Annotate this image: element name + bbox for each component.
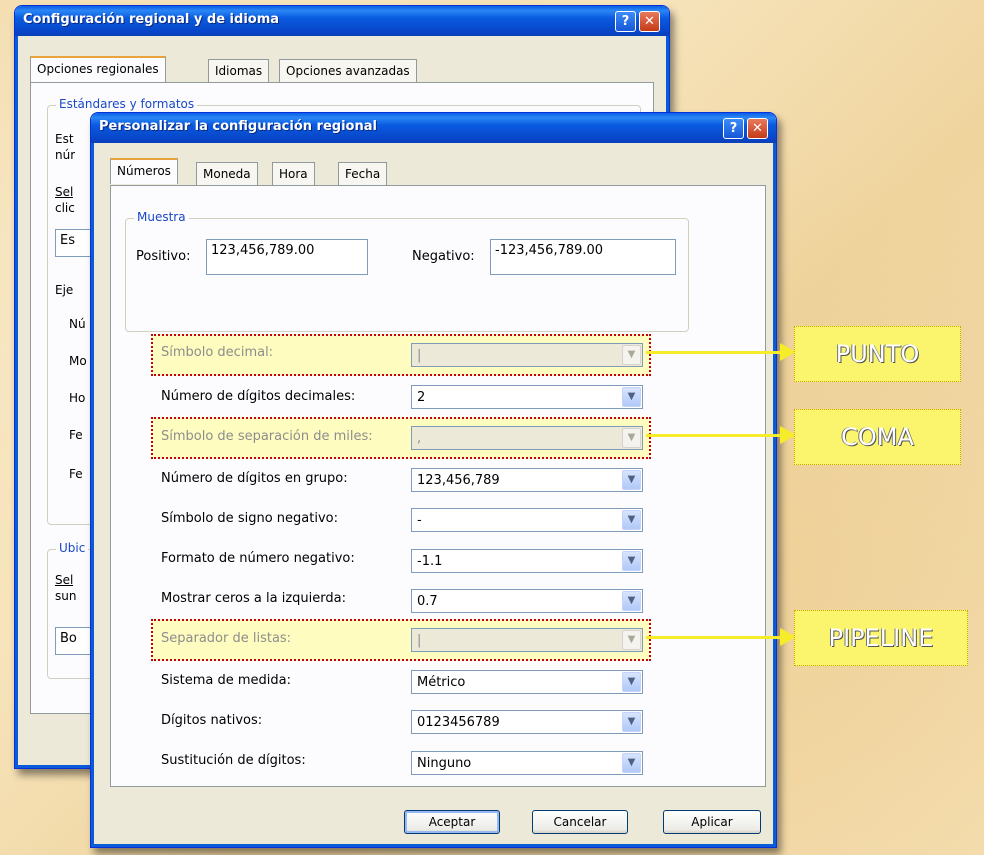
chevron-down-icon: ▼ — [622, 591, 641, 611]
tab-moneda[interactable]: Moneda — [196, 162, 258, 185]
callout-pipeline: PIPELINE — [794, 610, 968, 666]
negative-format-label: Formato de número negativo: — [161, 551, 355, 566]
measurement-system-value: Métrico — [417, 675, 466, 690]
digit-substitution-value: Ninguno — [417, 756, 472, 771]
tab-hora[interactable]: Hora — [272, 162, 315, 185]
text-fragment: Est — [55, 132, 74, 146]
chevron-down-icon: ▼ — [622, 672, 641, 692]
text-fragment: Ho — [69, 391, 86, 405]
native-digits-label: Dígitos nativos: — [161, 713, 263, 728]
tab-fecha[interactable]: Fecha — [338, 162, 388, 185]
positive-label: Positivo: — [136, 249, 191, 264]
title-bar: Configuración regional y de idioma ? ✕ — [15, 6, 669, 36]
leading-zeros-value: 0.7 — [417, 594, 438, 609]
window-title: Configuración regional y de idioma — [23, 12, 280, 27]
chevron-down-icon: ▼ — [622, 428, 641, 448]
decimal-symbol-label: Símbolo decimal: — [161, 345, 274, 360]
digit-substitution-label: Sustitución de dígitos: — [161, 753, 306, 768]
thousands-separator-label: Símbolo de separación de miles: — [161, 429, 373, 444]
chevron-down-icon: ▼ — [622, 387, 641, 407]
chevron-down-icon: ▼ — [622, 712, 641, 732]
text-fragment: Mo — [69, 354, 87, 368]
locale-select-value: Es — [60, 233, 75, 248]
chevron-down-icon: ▼ — [622, 345, 641, 365]
group-digits-label: Número de dígitos en grupo: — [161, 471, 348, 486]
positive-sample-field: 123,456,789.00 — [206, 239, 368, 275]
tab-opciones-regionales[interactable]: Opciones regionales — [30, 56, 166, 82]
close-button[interactable]: ✕ — [747, 118, 768, 139]
negative-sample-value: -123,456,789.00 — [495, 243, 604, 258]
text-fragment: Fe — [69, 467, 83, 481]
help-button[interactable]: ? — [723, 118, 744, 139]
negative-label: Negativo: — [412, 249, 475, 264]
digit-substitution-select[interactable]: Ninguno ▼ — [411, 751, 643, 775]
sample-legend: Muestra — [134, 210, 189, 224]
decimal-digits-label: Número de dígitos decimales: — [161, 389, 356, 404]
chevron-down-icon: ▼ — [622, 551, 641, 571]
connector-line — [646, 434, 786, 437]
text-fragment: Sel — [55, 573, 74, 587]
chevron-down-icon: ▼ — [622, 510, 641, 530]
decimal-digits-select[interactable]: 2 ▼ — [411, 385, 643, 409]
list-separator-select[interactable]: | ▼ — [411, 628, 643, 652]
window-title: Personalizar la configuración regional — [99, 119, 377, 134]
negative-sample-field: -123,456,789.00 — [490, 239, 676, 275]
location-legend: Ubic — [56, 541, 89, 555]
decimal-symbol-select[interactable]: | ▼ — [411, 343, 643, 367]
tab-opciones-avanzadas[interactable]: Opciones avanzadas — [279, 59, 417, 82]
close-button[interactable]: ✕ — [639, 11, 660, 32]
negative-sign-value: - — [417, 513, 422, 528]
list-separator-label: Separador de listas: — [161, 631, 292, 646]
text-fragment: Fe — [69, 428, 83, 442]
negative-format-value: -1.1 — [417, 554, 443, 569]
leading-zeros-label: Mostrar ceros a la izquierda: — [161, 591, 346, 606]
callout-punto: PUNTO — [794, 326, 961, 382]
group-digits-select[interactable]: 123,456,789 ▼ — [411, 468, 643, 492]
cancel-button[interactable]: Cancelar — [532, 810, 628, 834]
measurement-system-select[interactable]: Métrico ▼ — [411, 670, 643, 694]
chevron-down-icon: ▼ — [622, 630, 641, 650]
ok-button[interactable]: Aceptar — [404, 810, 500, 834]
native-digits-value: 0123456789 — [417, 715, 500, 730]
decimal-digits-value: 2 — [417, 390, 426, 405]
text-fragment: Nú — [69, 317, 86, 331]
thousands-separator-value: , — [417, 431, 422, 446]
standards-legend: Estándares y formatos — [56, 97, 198, 111]
chevron-down-icon: ▼ — [622, 470, 641, 490]
positive-sample-value: 123,456,789.00 — [211, 243, 315, 258]
tab-idiomas[interactable]: Idiomas — [208, 59, 270, 82]
title-bar: Personalizar la configuración regional ?… — [91, 113, 776, 143]
location-select-value: Bo — [60, 631, 77, 646]
negative-format-select[interactable]: -1.1 ▼ — [411, 549, 643, 573]
sample-group: Muestra Positivo: 123,456,789.00 Negativ… — [125, 210, 689, 332]
text-fragment: Eje — [55, 283, 74, 297]
negative-sign-select[interactable]: - ▼ — [411, 508, 643, 532]
connector-line — [646, 636, 786, 639]
group-digits-value: 123,456,789 — [417, 473, 500, 488]
callout-coma: COMA — [794, 409, 961, 465]
text-fragment: clic — [55, 201, 75, 215]
thousands-separator-select[interactable]: , ▼ — [411, 426, 643, 450]
decimal-symbol-value: | — [417, 348, 422, 363]
text-fragment: núr — [55, 148, 76, 162]
native-digits-select[interactable]: 0123456789 ▼ — [411, 710, 643, 734]
leading-zeros-select[interactable]: 0.7 ▼ — [411, 589, 643, 613]
chevron-down-icon: ▼ — [622, 753, 641, 773]
help-button[interactable]: ? — [615, 11, 636, 32]
text-fragment: Sel — [55, 185, 74, 199]
list-separator-value: | — [417, 633, 422, 648]
tab-numeros[interactable]: Números — [110, 158, 178, 184]
connector-line — [646, 351, 786, 354]
text-fragment: sun — [55, 589, 77, 603]
customize-regional-dialog: Personalizar la configuración regional ?… — [90, 112, 777, 848]
negative-sign-label: Símbolo de signo negativo: — [161, 511, 338, 526]
measurement-system-label: Sistema de medida: — [161, 673, 291, 688]
apply-button[interactable]: Aplicar — [663, 810, 761, 834]
